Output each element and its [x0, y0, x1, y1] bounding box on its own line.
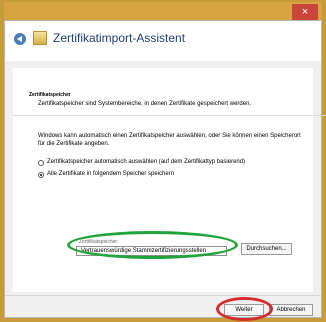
cancel-button[interactable]: Abbrechen: [269, 304, 313, 316]
section-title: Zertifikatspeicher: [29, 92, 71, 98]
footer-divider: [5, 295, 321, 296]
auto-select-radio[interactable]: [38, 160, 44, 166]
next-highlight-annotation: [216, 297, 273, 321]
divider: [13, 115, 326, 116]
auto-select-label: Zertifikatspeicher automatisch auswählen…: [47, 159, 246, 165]
wizard-frame: × Zertifikatimport-Assistent Zertifikats…: [0, 0, 326, 322]
wizard-content: Zertifikatspeicher Zertifikatspeicher si…: [13, 68, 326, 292]
wizard-title: Zertifikatimport-Assistent: [53, 31, 186, 45]
close-button[interactable]: ×: [292, 4, 318, 20]
wizard-window: Zertifikatimport-Assistent Zertifikatspe…: [4, 20, 326, 321]
certificate-icon: [33, 31, 47, 45]
section-description: Zertifikatspeicher sind Systembereiche, …: [38, 101, 252, 107]
back-icon[interactable]: [14, 33, 26, 45]
store-highlight-annotation: [67, 231, 238, 259]
intro-text: Windows kann automatisch einen Zertifika…: [38, 133, 301, 147]
manual-store-label: Alle Zertifikate in folgendem Speicher s…: [47, 171, 175, 177]
browse-button[interactable]: Durchsuchen...: [241, 243, 292, 255]
manual-store-radio[interactable]: [38, 172, 44, 178]
title-bar: ×: [4, 2, 322, 20]
wizard-header: Zertifikatimport-Assistent: [5, 21, 321, 61]
